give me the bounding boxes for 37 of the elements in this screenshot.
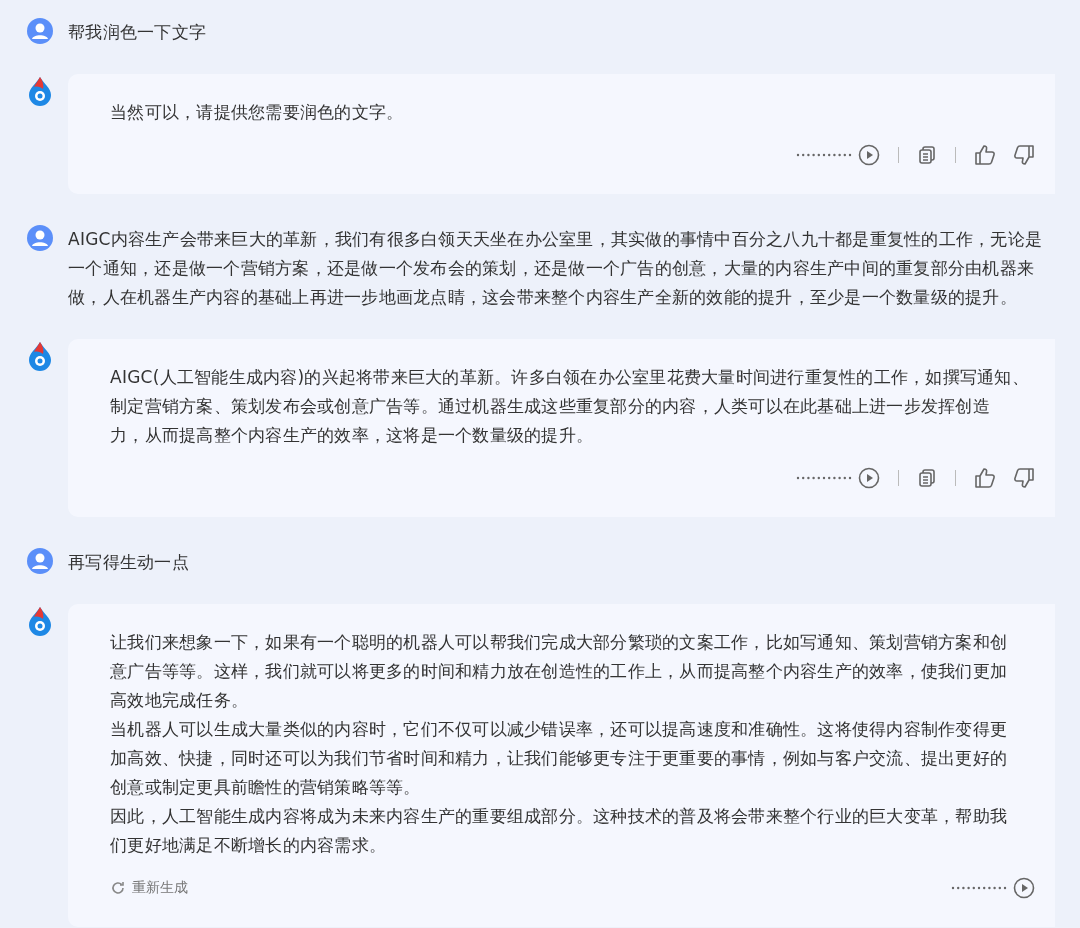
thumbs-down-icon[interactable] (1013, 144, 1035, 166)
drop-logo-icon (26, 76, 54, 106)
reply-text: 加高效、快捷，同时还可以为我们节省时间和精力，让我们能够更专注于更重要的事情，例如与客户交流、提出更好的 (110, 747, 1008, 770)
user-message-text: 帮我润色一下文字 (68, 21, 206, 44)
dotted-line-icon (796, 153, 852, 157)
reply-text: 让我们来想象一下，如果有一个聪明的机器人可以帮我们完成大部分繁琐的文案工作，比如写通知、策划营销方案和创 (110, 631, 1008, 654)
dotted-line-icon (796, 476, 852, 480)
user-message-text: AIGC内容生产会带来巨大的革新，我们有很多白领天天坐在办公室里，其实做的事情中百分之八九十都是重复性的工作，无论是 (68, 228, 1043, 251)
reply-text: 因此，人工智能生成内容将成为未来内容生产的重要组成部分。这种技术的普及将会带来整个行业的巨大变革，帮助我 (110, 805, 1008, 828)
reply-text: 意广告等等。这样，我们就可以将更多的时间和精力放在创造性的工作上，从而提高整个内容生产的效率，使我们更加 (110, 660, 1008, 683)
thumbs-down-icon[interactable] (1013, 467, 1035, 489)
copy-icon[interactable] (917, 468, 937, 488)
reply-text: 当机器人可以生成大量类似的内容时，它们不仅可以减少错误率，还可以提高速度和准确性。这将使得内容制作变得更 (110, 718, 1008, 741)
user-message-text: 做，人在机器生产内容的基础上再进一步地画龙点睛，这会带来整个内容生产全新的效能的提升，至少是一个数量级的提升。 (68, 286, 1018, 309)
regenerate-link[interactable]: 重新生成 (132, 879, 188, 897)
play-icon[interactable] (858, 144, 880, 166)
thumbs-up-icon[interactable] (974, 467, 996, 489)
drop-logo-icon (26, 341, 54, 371)
drop-logo-icon (26, 606, 54, 636)
copy-icon[interactable] (917, 145, 937, 165)
reply-text: AIGC(人工智能生成内容)的兴起将带来巨大的革新。许多白领在办公室里花费大量时间进行重复性的工作，如撰写通知、 (110, 366, 1030, 389)
user-message-text: 一个通知，还是做一个营销方案，还是做一个发布会的策划，还是做一个广告的创意，大量的内容生产中间的重复部分由机器来 (68, 257, 1035, 280)
user-avatar-icon (27, 548, 53, 574)
reply-text: 当然可以，请提供您需要润色的文字。 (110, 101, 405, 124)
reply-text: 创意或制定更具前瞻性的营销策略等等。 (110, 776, 422, 799)
reply-text: 制定营销方案、策划发布会或创意广告等。通过机器生成这些重复部分的内容，人类可以在此基础上进一步发挥创造 (110, 395, 991, 418)
play-icon[interactable] (1013, 877, 1035, 899)
user-avatar-icon (27, 225, 53, 251)
reply-text: 们更好地满足不断增长的内容需求。 (110, 834, 387, 857)
user-avatar-icon (27, 18, 53, 44)
reply-text: 高效地完成任务。 (110, 689, 249, 712)
refresh-icon (110, 880, 126, 896)
dotted-line-icon (951, 886, 1007, 890)
thumbs-up-icon[interactable] (974, 144, 996, 166)
play-icon[interactable] (858, 467, 880, 489)
reply-text: 力，从而提高整个内容生产的效率，这将是一个数量级的提升。 (110, 424, 594, 447)
user-message-text: 再写得生动一点 (68, 551, 189, 574)
